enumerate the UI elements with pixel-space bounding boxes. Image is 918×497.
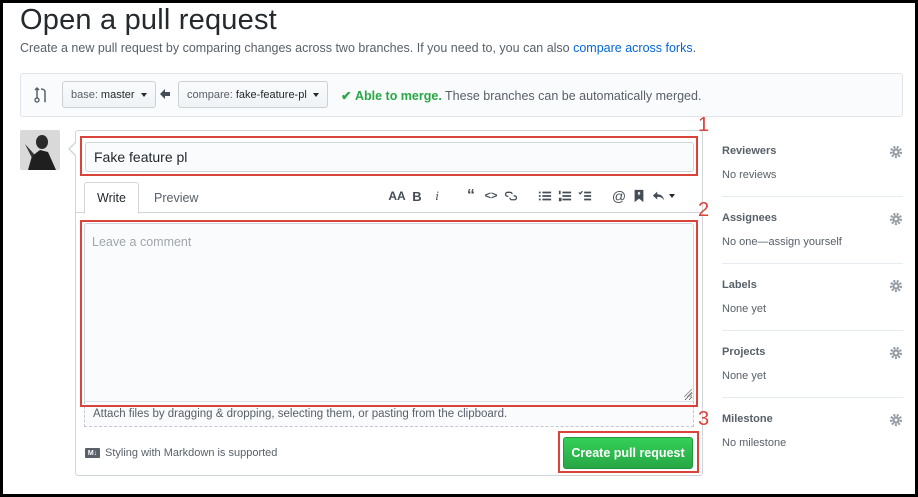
subtitle-text: Create a new pull request by comparing c… — [20, 41, 574, 55]
bulleted-list-icon[interactable] — [535, 186, 555, 206]
markdown-note: M↓ Styling with Markdown is supported — [85, 447, 277, 459]
annotation-number-1: 1 — [698, 114, 710, 136]
gear-icon[interactable] — [889, 413, 903, 427]
sidebar-value: No milestone — [722, 437, 787, 449]
merge-ok-label: Able to merge. — [354, 89, 442, 103]
compare-branch-select[interactable]: compare: fake-feature-pl — [178, 81, 328, 108]
merge-status: ✔ Able to merge. These branches can be a… — [341, 88, 701, 103]
avatar[interactable] — [20, 130, 60, 170]
sidebar-value: None yet — [722, 303, 767, 315]
merge-message: These branches can be automatically merg… — [445, 89, 702, 103]
sidebar-label: Milestone — [722, 413, 773, 425]
sidebar-assignees: Assignees No one—assign yourself — [722, 197, 903, 264]
sidebar-label: Projects — [722, 346, 766, 358]
page-subtitle: Create a new pull request by comparing c… — [20, 41, 696, 55]
arrow-left-icon — [160, 89, 170, 99]
markdown-link[interactable]: Styling with Markdown is supported — [105, 447, 277, 459]
gear-icon[interactable] — [889, 212, 903, 226]
sidebar-milestone: Milestone No milestone — [722, 398, 903, 465]
task-list-icon[interactable] — [575, 186, 595, 206]
reply-icon[interactable] — [649, 186, 669, 206]
code-icon[interactable]: <> — [481, 186, 501, 206]
compare-prefix: compare: — [187, 88, 233, 101]
annotation-number-3: 3 — [698, 408, 710, 430]
format-toolbar: AA B i “ <> @ — [387, 186, 675, 206]
chevron-down-icon — [140, 92, 147, 97]
subtitle-end: . — [692, 41, 697, 55]
mention-icon[interactable]: @ — [609, 186, 629, 206]
compare-branch-name: fake-feature-pl — [235, 88, 307, 101]
sidebar-value: None yet — [722, 370, 767, 382]
gear-icon[interactable] — [889, 346, 903, 360]
annotation-box-1 — [80, 136, 698, 176]
sidebar-value[interactable]: No one—assign yourself — [722, 236, 842, 248]
annotation-box-3 — [558, 431, 699, 473]
sidebar-reviewers: Reviewers No reviews — [722, 130, 903, 197]
sidebar-projects: Projects None yet — [722, 331, 903, 398]
numbered-list-icon[interactable] — [555, 186, 575, 206]
check-icon: ✔ — [341, 89, 352, 103]
tab-write[interactable]: Write — [84, 182, 139, 214]
quote-icon[interactable]: “ — [461, 186, 481, 206]
link-icon[interactable] — [501, 186, 521, 206]
header-icon[interactable]: AA — [387, 186, 407, 206]
pr-sidebar: Reviewers No reviews Assignees No one—as… — [722, 130, 903, 465]
gear-icon[interactable] — [889, 145, 903, 159]
bookmark-icon[interactable] — [629, 186, 649, 206]
sidebar-labels: Labels None yet — [722, 264, 903, 331]
sidebar-label: Reviewers — [722, 145, 777, 157]
gear-icon[interactable] — [889, 279, 903, 293]
tab-preview[interactable]: Preview — [142, 182, 210, 213]
chevron-down-icon — [312, 92, 319, 97]
branch-compare-bar: base: master compare: fake-feature-pl ✔ … — [20, 73, 903, 117]
base-branch-name: master — [100, 88, 135, 101]
page-title: Open a pull request — [20, 4, 277, 36]
compare-across-forks-link[interactable]: compare across forks — [573, 41, 692, 55]
sidebar-label: Labels — [722, 279, 757, 291]
italic-icon[interactable]: i — [427, 186, 447, 206]
chevron-down-icon[interactable] — [669, 194, 675, 198]
compare-branches-icon — [34, 86, 46, 103]
annotation-number-2: 2 — [698, 199, 710, 221]
base-branch-select[interactable]: base: master — [62, 81, 156, 108]
sidebar-value: No reviews — [722, 169, 777, 181]
markdown-icon: M↓ — [85, 448, 100, 458]
bold-icon[interactable]: B — [407, 186, 427, 206]
sidebar-label: Assignees — [722, 212, 778, 224]
base-prefix: base: — [71, 88, 98, 101]
annotation-box-2 — [80, 220, 698, 407]
